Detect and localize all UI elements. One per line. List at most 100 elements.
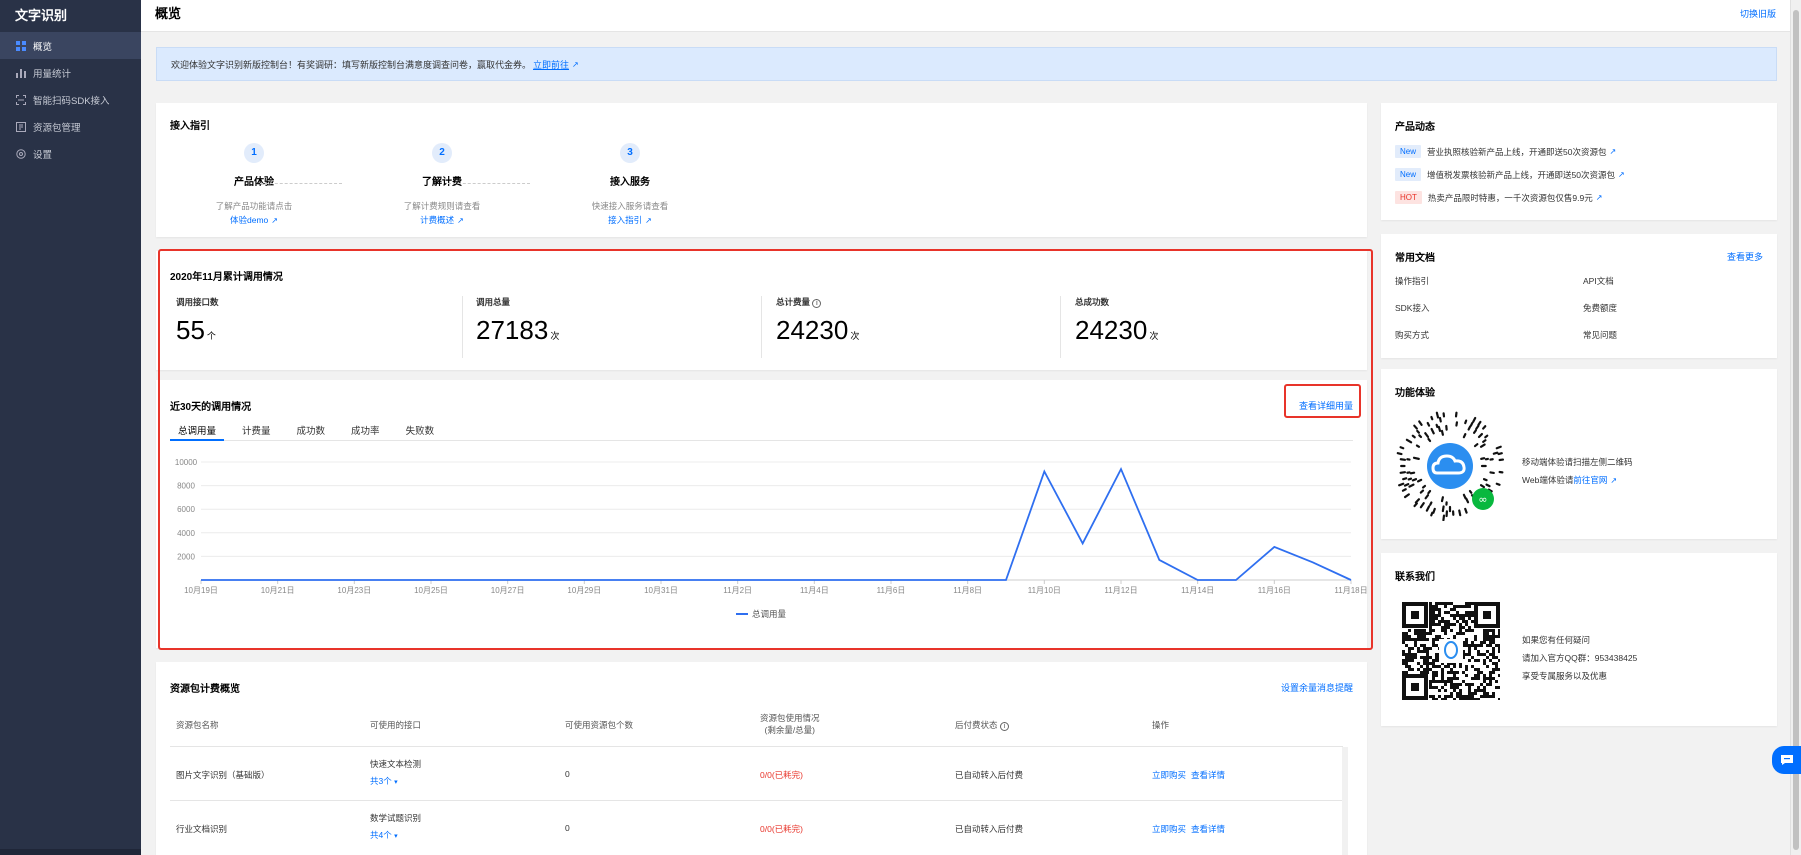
table-row: 行业文档识别 数学试题识别 共4个 ▾ 0 0/0(已耗完) 已自动转入后付费 … — [170, 800, 1343, 855]
package-count: 0 — [565, 769, 570, 779]
step-desc: 快速接入服务请查看 — [591, 201, 669, 211]
sidebar-item-settings[interactable]: 设置 — [0, 140, 141, 167]
table-row: 图片文字识别（基础版） 快速文本检测 共3个 ▾ 0 0/0(已耗完) 已自动转… — [170, 746, 1343, 800]
guide-step: 1 产品体验 了解产品功能请点击 体验demo ↗ — [194, 143, 314, 226]
news-title: 产品动态 — [1395, 122, 1435, 133]
guide-step: 2 了解计费 了解计费规则请查看 计费概述 ↗ — [382, 143, 502, 226]
view-more-link[interactable]: 查看更多 — [1727, 250, 1763, 263]
page-title: 概览 — [155, 6, 182, 21]
package-name: 行业文档识别 — [176, 824, 228, 834]
contact-line-1: 如果您有任何疑问 — [1522, 635, 1591, 645]
external-link-icon: ↗ — [1595, 193, 1603, 202]
info-icon[interactable]: i — [999, 722, 1009, 731]
package-api: 数学试题识别 — [370, 813, 422, 823]
external-link-icon: ↗ — [1610, 476, 1618, 485]
sidebar-item-label: 设置 — [33, 149, 53, 161]
step-link[interactable]: 体验demo ↗ — [194, 214, 314, 226]
doc-link-faq[interactable]: 常见问题 — [1583, 329, 1617, 341]
new-badge: New — [1395, 145, 1422, 158]
new-badge: New — [1395, 168, 1422, 181]
doc-link-purchase[interactable]: 购买方式 — [1395, 329, 1429, 341]
scrollbar-thumb[interactable] — [1793, 10, 1799, 850]
package-icon — [15, 121, 27, 133]
view-detail-link[interactable]: 查看详情 — [1191, 769, 1225, 781]
svg-text:∞: ∞ — [1478, 493, 1487, 506]
step-desc: 了解产品功能请点击 — [215, 201, 293, 211]
buy-now-link[interactable]: 立即购买 — [1152, 769, 1186, 781]
step-connector — [448, 183, 530, 184]
banner-text: 欢迎体验文字识别新版控制台！有奖调研：填写新版控制台满意度调查问卷，赢取代金券。 — [171, 59, 532, 70]
resource-package-card: 资源包计费概览 设置余量消息提醒 资源包名称 可使用的接口 可使用资源包个数 资… — [156, 662, 1367, 855]
switch-old-version-link[interactable]: 切换旧版 — [1740, 0, 1776, 28]
gear-icon — [15, 148, 27, 160]
sidebar-item-label: 概览 — [33, 41, 53, 53]
highlight-box — [1284, 384, 1361, 418]
postpaid-status: 已自动转入后付费 — [955, 770, 1024, 780]
sidebar-item-sdk[interactable]: 智能扫码SDK接入 — [0, 86, 141, 113]
sidebar-item-label: 智能扫码SDK接入 — [33, 95, 110, 107]
news-item[interactable]: New 营业执照核验新产品上线，开通即送50次资源包 ↗ — [1395, 145, 1616, 158]
postpaid-status: 已自动转入后付费 — [955, 824, 1024, 834]
docs-title: 常用文档 — [1395, 253, 1435, 264]
scan-icon — [15, 94, 27, 106]
highlight-box — [158, 249, 1373, 650]
chat-button[interactable] — [1772, 746, 1801, 774]
package-api: 快速文本检测 — [370, 759, 422, 769]
step-name: 产品体验 — [234, 177, 274, 188]
step-number: 2 — [432, 143, 452, 163]
mini-program-qr-code: ∞ — [1395, 411, 1505, 523]
page-scrollbar[interactable] — [1790, 0, 1801, 855]
api-more-dropdown[interactable]: 共3个 ▾ — [370, 775, 398, 787]
step-desc: 了解计费规则请查看 — [403, 201, 481, 211]
step-name: 接入服务 — [610, 177, 650, 188]
official-site-link[interactable]: 前往官网 — [1573, 475, 1607, 485]
column-header: 后付费状态 i — [955, 719, 1009, 731]
top-bar: 概览 切换旧版 — [141, 0, 1790, 32]
doc-link-api[interactable]: API文档 — [1583, 275, 1614, 287]
banner-link[interactable]: 立即前往 — [533, 58, 569, 71]
feature-title: 功能体验 — [1395, 388, 1435, 399]
guide-step: 3 接入服务 快速接入服务请查看 接入指引 ↗ — [570, 143, 690, 226]
doc-link-guide[interactable]: 操作指引 — [1395, 275, 1429, 287]
table-scrollbar[interactable] — [1342, 747, 1348, 855]
common-docs-card: 常用文档 查看更多 操作指引 API文档 SDK接入 免费额度 购买方式 常见问… — [1381, 234, 1777, 358]
contact-line-2: 请加入官方QQ群：953438425 — [1522, 653, 1638, 663]
step-number: 1 — [244, 143, 264, 163]
step-link[interactable]: 计费概述 ↗ — [382, 214, 502, 226]
doc-link-free[interactable]: 免费额度 — [1583, 302, 1617, 314]
package-name: 图片文字识别（基础版） — [176, 770, 270, 780]
column-header: 资源包名称 — [176, 720, 219, 730]
sidebar-item-label: 资源包管理 — [33, 122, 81, 134]
view-detail-link[interactable]: 查看详情 — [1191, 823, 1225, 835]
column-header: 可使用资源包个数 — [565, 720, 634, 730]
external-link-icon: ↗ — [457, 216, 464, 225]
buy-now-link[interactable]: 立即购买 — [1152, 823, 1186, 835]
sidebar-item-usage[interactable]: 用量统计 — [0, 59, 141, 86]
news-item[interactable]: HOT 热卖产品限时特惠，一千次资源包仅售9.9元 ↗ — [1395, 191, 1602, 204]
news-item[interactable]: New 增值税发票核验新产品上线，开通即送50次资源包 ↗ — [1395, 168, 1625, 181]
api-more-dropdown[interactable]: 共4个 ▾ — [370, 829, 398, 841]
column-header: 可使用的接口 — [370, 720, 422, 730]
external-link-icon: ↗ — [645, 216, 652, 225]
news-text: 营业执照核验新产品上线，开通即送50次资源包 — [1427, 146, 1607, 157]
hot-badge: HOT — [1395, 191, 1422, 204]
external-link-icon: ↗ — [1609, 147, 1617, 156]
news-text: 热卖产品限时特惠，一千次资源包仅售9.9元 — [1427, 192, 1593, 203]
sidebar-item-packages[interactable]: 资源包管理 — [0, 113, 141, 140]
product-news-card: 产品动态 New 营业执照核验新产品上线，开通即送50次资源包 ↗ New 增值… — [1381, 103, 1777, 220]
resources-title: 资源包计费概览 — [170, 684, 240, 695]
feature-trial-card: 功能体验 ∞ 移动端体验请扫描左侧二维码 Web端体验请前往官网 ↗ — [1381, 369, 1777, 539]
external-link-icon: ↗ — [271, 216, 278, 225]
survey-banner: 欢迎体验文字识别新版控制台！有奖调研：填写新版控制台满意度调查问卷，赢取代金券。… — [156, 47, 1777, 81]
set-remind-link[interactable]: 设置余量消息提醒 — [1281, 681, 1353, 694]
contact-title: 联系我们 — [1395, 572, 1435, 583]
mobile-trial-text: 移动端体验请扫描左侧二维码 — [1522, 457, 1633, 467]
sidebar-footer — [0, 849, 141, 855]
sidebar-item-overview[interactable]: 概览 — [0, 32, 141, 59]
caret-down-icon: ▾ — [394, 833, 398, 840]
package-usage: 0/0(已耗完) — [760, 824, 803, 834]
bar-chart-icon — [15, 67, 27, 79]
step-link[interactable]: 接入指引 ↗ — [570, 214, 690, 226]
qq-group-qr-code — [1402, 602, 1501, 702]
doc-link-sdk[interactable]: SDK接入 — [1395, 302, 1429, 314]
